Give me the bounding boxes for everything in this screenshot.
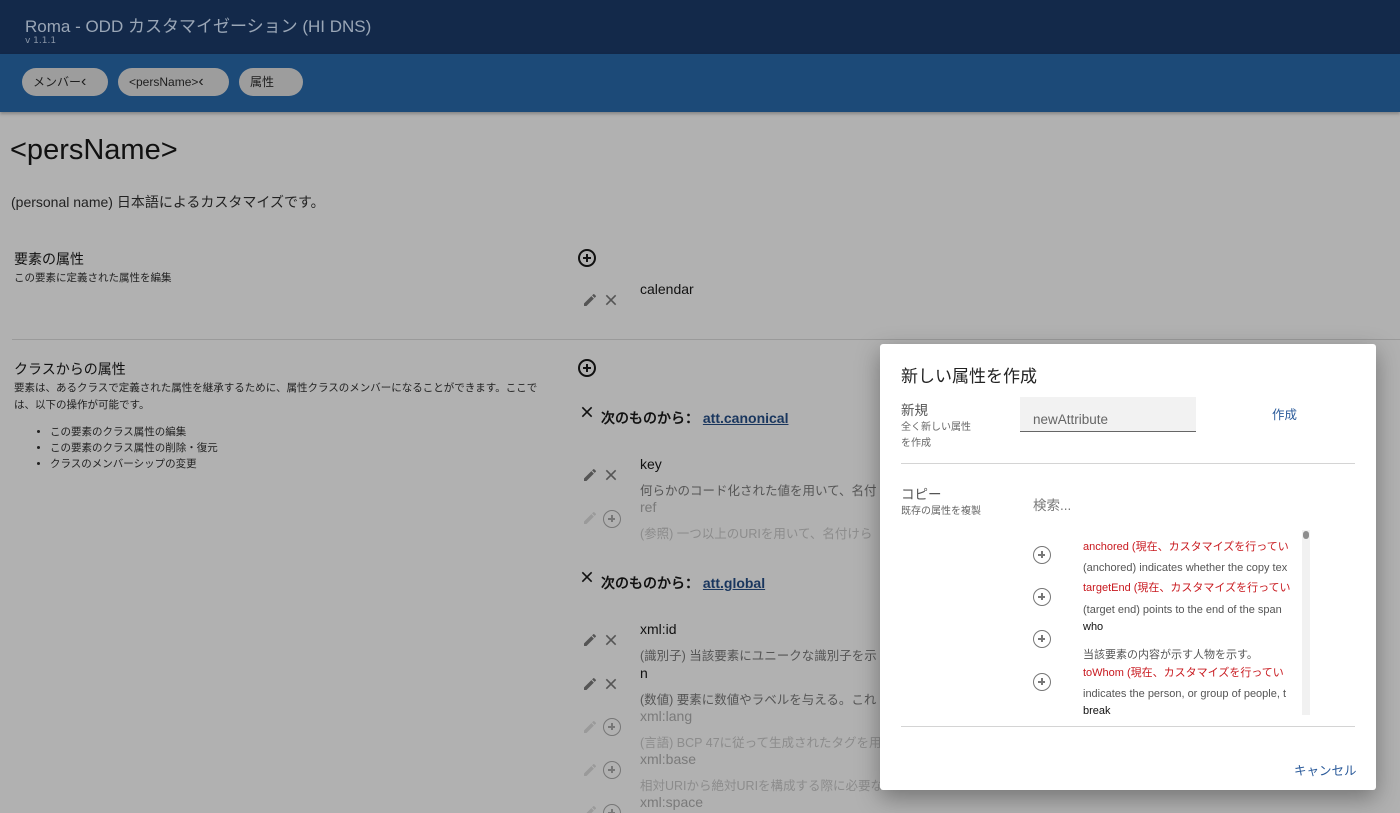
list-item-desc: 当該要素の内容が示す人物を示す。 xyxy=(1083,649,1258,661)
list-scrollbar[interactable] xyxy=(1302,530,1310,715)
page-title: <persName> xyxy=(10,134,178,166)
class-link-att-global[interactable]: att.global xyxy=(703,575,765,591)
breadcrumb: メンバー‹ <persName>‹ 属性 xyxy=(0,54,1400,112)
pencil-icon[interactable] xyxy=(582,292,598,308)
copy-label: コピー xyxy=(901,487,942,502)
list-item-desc: indicates the person, or group of people… xyxy=(1083,688,1287,700)
pencil-icon[interactable] xyxy=(582,719,598,735)
app-header: Roma - ODD カスタマイゼーション (HI DNS) v 1.1.1 xyxy=(0,0,1400,54)
list-item-desc: (anchored) indicates whether the copy te… xyxy=(1083,562,1288,574)
breadcrumb-label: メンバー xyxy=(33,75,82,89)
restore-icon[interactable] xyxy=(603,761,621,779)
attribute-description: (識別子) 当該要素にユニークな識別子を示 xyxy=(640,649,877,663)
list-item-name[interactable]: break xyxy=(1083,705,1111,715)
attribute-description: 相対URIから絶対URIを構成する際に必要な xyxy=(640,779,884,793)
breadcrumb-label: <persName> xyxy=(129,75,199,89)
chevron-left-icon: ‹ xyxy=(81,73,87,90)
close-icon[interactable] xyxy=(603,632,619,648)
breadcrumb-attributes[interactable]: 属性 xyxy=(239,68,303,96)
cancel-button[interactable]: キャンセル xyxy=(1294,760,1357,779)
class-attributes-title: クラスからの属性 xyxy=(14,361,126,377)
add-attribute-icon[interactable] xyxy=(578,249,596,267)
list-item-name[interactable]: anchored (現在、カスタマイズを行ってい xyxy=(1083,538,1289,554)
copy-attribute-icon[interactable] xyxy=(1033,588,1051,606)
breadcrumb-members[interactable]: メンバー‹ xyxy=(22,68,108,96)
add-class-icon[interactable] xyxy=(578,359,596,377)
close-icon[interactable] xyxy=(603,292,619,308)
attribute-description: (数値) 要素に数値やラベルを与える。これ xyxy=(640,693,877,707)
list-item-name[interactable]: who xyxy=(1083,621,1103,633)
close-icon[interactable] xyxy=(603,467,619,483)
copy-sublabel: 既存の属性を複製 xyxy=(901,506,981,517)
copy-attribute-icon[interactable] xyxy=(1033,630,1051,648)
pencil-icon[interactable] xyxy=(582,762,598,778)
remove-class-icon[interactable] xyxy=(579,404,595,420)
breadcrumb-label: 属性 xyxy=(250,75,275,89)
restore-icon[interactable] xyxy=(603,804,621,813)
restore-icon[interactable] xyxy=(603,510,621,528)
list-item: この要素のクラス属性の編集 xyxy=(50,424,218,440)
pencil-icon[interactable] xyxy=(582,804,598,813)
list-item-name[interactable]: targetEnd (現在、カスタマイズを行ってい xyxy=(1083,579,1291,595)
remove-class-icon[interactable] xyxy=(579,569,595,585)
attribute-copy-list: anchored (現在、カスタマイズを行ってい (anchored) indi… xyxy=(1020,530,1312,715)
section-divider xyxy=(12,339,1400,340)
copy-attribute-icon[interactable] xyxy=(1033,546,1051,564)
dialog-divider xyxy=(901,726,1355,727)
from-prefix: 次のものから： xyxy=(601,575,699,591)
attribute-name: xml:base xyxy=(640,751,697,767)
search-input[interactable]: 検索... xyxy=(1033,494,1071,514)
attribute-description: 何らかのコード化された値を用いて、名付 xyxy=(640,484,877,498)
create-attribute-dialog: 新しい属性を作成 新規 全く新しい属性を作成 作成 コピー 既存の属性を複製 検… xyxy=(880,344,1376,790)
list-item-desc: (target end) points to the end of the sp… xyxy=(1083,604,1282,616)
create-button[interactable]: 作成 xyxy=(1272,404,1297,423)
pencil-icon[interactable] xyxy=(582,632,598,648)
attribute-description: (言語) BCP 47に従って生成されたタグを用 xyxy=(640,736,882,750)
class-operations-list: この要素のクラス属性の編集 この要素のクラス属性の削除・復元 クラスのメンバーシ… xyxy=(50,424,218,472)
class-group-heading: 次のものから： att.global xyxy=(601,573,765,593)
element-attributes-subtitle: この要素に定義された属性を編集 xyxy=(14,272,172,284)
new-sublabel: 全く新しい属性を作成 xyxy=(901,422,971,449)
scrollbar-thumb[interactable] xyxy=(1303,531,1309,539)
element-description: (personal name) 日本語によるカスタマイズです。 xyxy=(11,194,325,210)
list-item: クラスのメンバーシップの変更 xyxy=(50,456,218,472)
list-item: この要素のクラス属性の削除・復元 xyxy=(50,440,218,456)
attribute-description: (参照) 一つ以上のURIを用いて、名付けら xyxy=(640,527,873,541)
class-attributes-subtitle: 要素は、あるクラスで定義された属性を継承するために、属性クラスのメンバーになるこ… xyxy=(14,382,538,411)
attribute-name: xml:space xyxy=(640,794,704,810)
dialog-divider xyxy=(901,463,1355,464)
pencil-icon[interactable] xyxy=(582,510,598,526)
pencil-icon[interactable] xyxy=(582,676,598,692)
chevron-left-icon: ‹ xyxy=(198,73,204,90)
app-version: v 1.1.1 xyxy=(25,36,57,46)
attribute-name: key xyxy=(640,456,662,472)
copy-attribute-icon[interactable] xyxy=(1033,673,1051,691)
restore-icon[interactable] xyxy=(603,718,621,736)
element-attributes-title: 要素の属性 xyxy=(14,251,84,267)
class-group-heading: 次のものから： att.canonical xyxy=(601,408,788,428)
breadcrumb-element[interactable]: <persName>‹ xyxy=(118,68,229,96)
list-item-name[interactable]: toWhom (現在、カスタマイズを行ってい xyxy=(1083,664,1284,680)
from-prefix: 次のものから： xyxy=(601,410,699,426)
pencil-icon[interactable] xyxy=(582,467,598,483)
new-attribute-input[interactable] xyxy=(1020,397,1196,432)
attribute-name: xml:lang xyxy=(640,708,693,724)
close-icon[interactable] xyxy=(603,676,619,692)
attribute-name: calendar xyxy=(640,281,694,297)
class-link-att-canonical[interactable]: att.canonical xyxy=(703,410,789,426)
new-label: 新規 xyxy=(901,403,928,418)
app-title: Roma - ODD カスタマイゼーション (HI DNS) xyxy=(25,17,372,36)
dialog-title: 新しい属性を作成 xyxy=(901,367,1037,386)
attribute-name: ref xyxy=(640,499,657,515)
attribute-name: xml:id xyxy=(640,621,677,637)
attribute-name: n xyxy=(640,665,648,681)
list-viewport: anchored (現在、カスタマイズを行ってい (anchored) indi… xyxy=(1083,530,1303,715)
